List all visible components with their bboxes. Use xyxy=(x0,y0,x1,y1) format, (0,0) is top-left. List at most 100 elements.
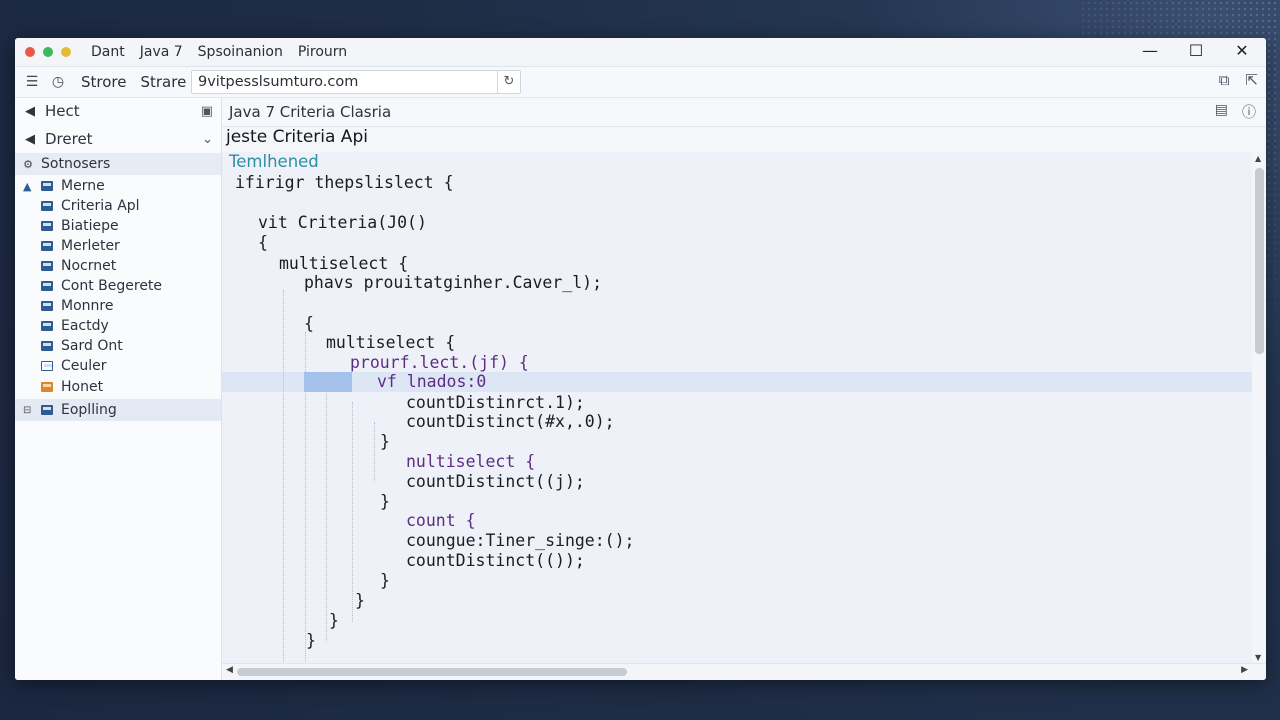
folder-icon xyxy=(41,261,53,271)
menu-item-java[interactable]: Java 7 xyxy=(140,44,183,60)
file-title: jeste Criteria Api xyxy=(226,127,368,147)
zoom-dot-button[interactable] xyxy=(43,47,53,57)
sidebar-item-label: Honet xyxy=(61,379,104,395)
code-line: vit Criteria(J0() xyxy=(258,213,427,232)
menu-item-pirourn[interactable]: Pirourn xyxy=(298,44,347,60)
close-icon[interactable]: ✕ xyxy=(1230,41,1254,60)
folder-icon xyxy=(41,405,53,415)
horizontal-scrollbar[interactable]: ◀ ▶ xyxy=(222,663,1266,680)
code-line: Temlhened xyxy=(229,152,319,171)
code-line: } xyxy=(329,611,339,630)
sidebar-item-label: Biatiepe xyxy=(61,218,119,234)
split-view-icon[interactable]: ▤ xyxy=(1215,102,1228,122)
sidebar-item-biatiepe[interactable]: Biatiepe xyxy=(15,216,221,236)
app-window: Dant Java 7 Spsoinanion Pirourn — ☐ ✕ ☰ … xyxy=(15,38,1266,680)
folder-icon xyxy=(41,201,53,211)
url-text[interactable]: 9vitpesslsumturo.com xyxy=(192,74,497,90)
speaker-icon: ◀ xyxy=(25,131,35,147)
minimize-icon[interactable]: — xyxy=(1138,41,1162,60)
code-line: } xyxy=(380,432,390,451)
code-line: nultiselect { xyxy=(406,452,536,471)
sidebar-item-label: Sard Ont xyxy=(61,338,123,354)
maximize-icon[interactable]: ☐ xyxy=(1184,41,1208,60)
sidebar-item-monnre[interactable]: Monnre xyxy=(15,296,221,316)
code-line: multiselect { xyxy=(279,254,409,273)
menu-item-dant[interactable]: Dant xyxy=(91,44,125,60)
sidebar-item-label: Criteria Apl xyxy=(61,198,140,214)
project-sidebar: ◀ Hect ▣ ◀ Dreret ⌄ ⚙ Sotnosers ▲ Merne … xyxy=(15,98,222,680)
code-line: countDistinct((j); xyxy=(406,472,585,491)
editor-tab-title[interactable]: Java 7 Criteria Clasria xyxy=(229,103,391,121)
back-arrow-icon[interactable]: ◀ xyxy=(15,104,45,119)
document-icon xyxy=(41,361,53,371)
sidebar-item-criteria-apl[interactable]: Criteria Apl xyxy=(15,196,221,216)
title-bar: Dant Java 7 Spsoinanion Pirourn — ☐ ✕ xyxy=(15,38,1266,67)
lock-icon xyxy=(41,382,53,392)
window-traffic-lights xyxy=(25,47,71,57)
code-line: multiselect { xyxy=(326,333,456,352)
vertical-scroll-thumb[interactable] xyxy=(1255,168,1264,354)
close-dot-button[interactable] xyxy=(25,47,35,57)
save-icon[interactable]: ▣ xyxy=(201,104,213,119)
vertical-scrollbar[interactable]: ▲ ▼ xyxy=(1252,152,1266,664)
sidebar-item-label: Eoplling xyxy=(61,402,117,418)
code-line: countDistinct(#x,.0); xyxy=(406,412,615,431)
export-icon[interactable]: ⇱ xyxy=(1245,71,1258,89)
code-line: } xyxy=(306,631,316,650)
sidebar-dropdown-dreret[interactable]: ◀ Dreret ⌄ xyxy=(15,126,221,152)
code-line: prourf.lect.(jf) { xyxy=(350,353,529,372)
sidebar-item-label: Ceuler xyxy=(61,358,107,374)
code-line: phavs prouitatginher.Caver_l); xyxy=(304,273,603,292)
scroll-right-arrow-icon[interactable]: ▶ xyxy=(1241,665,1248,675)
code-line: count { xyxy=(406,511,476,530)
indent-guide xyxy=(283,290,284,664)
indent-guide xyxy=(352,402,353,622)
sidebar-item-eactdy[interactable]: Eactdy xyxy=(15,316,221,336)
sidebar-item-sard-ont[interactable]: Sard Ont xyxy=(15,336,221,356)
collapse-box-icon[interactable]: ⊟ xyxy=(23,405,31,416)
collapse-arrow-icon[interactable]: ▲ xyxy=(23,180,31,193)
code-line: ifirigr thepslislect { xyxy=(235,173,454,192)
code-line: coungue:Tiner_singe:(); xyxy=(406,531,635,550)
code-line: } xyxy=(355,591,365,610)
url-input[interactable]: 9vitpesslsumturo.com ↻ xyxy=(191,70,521,94)
sidebar-item-merleter[interactable]: Merleter xyxy=(15,236,221,256)
screenshot-icon[interactable]: ⧉ xyxy=(1219,71,1230,89)
sidebar-item-nocrnet[interactable]: Nocrnet xyxy=(15,256,221,276)
history-clock-icon[interactable]: ◷ xyxy=(49,74,67,90)
code-editor[interactable]: Temlhened ifirigr thepslislect { vit Cri… xyxy=(222,152,1256,664)
menu-item-spsoinanion[interactable]: Spsoinanion xyxy=(198,44,283,60)
text-selection xyxy=(304,372,352,392)
folder-icon xyxy=(41,341,53,351)
refresh-icon[interactable]: ↻ xyxy=(497,71,520,93)
sidebar-item-merne[interactable]: ▲ Merne xyxy=(15,176,221,196)
editor-tab-bar: Java 7 Criteria Clasria ▤ ⓘ xyxy=(222,98,1266,127)
scroll-up-arrow-icon[interactable]: ▲ xyxy=(1255,154,1261,163)
code-line: } xyxy=(380,492,390,511)
sidebar-item-cont-begerete[interactable]: Cont Begerete xyxy=(15,276,221,296)
sidebar-section-sotnosers[interactable]: ⚙ Sotnosers xyxy=(15,153,221,175)
folder-icon xyxy=(41,181,53,191)
sidebar-item-eoplling[interactable]: ⊟ Eoplling xyxy=(15,399,221,421)
scroll-down-arrow-icon[interactable]: ▼ xyxy=(1255,653,1261,662)
sidebar-header-hect[interactable]: ◀ Hect ▣ xyxy=(15,98,221,124)
folder-icon xyxy=(41,221,53,231)
horizontal-scroll-thumb[interactable] xyxy=(237,668,627,676)
minimize-dot-button[interactable] xyxy=(61,47,71,57)
indent-guide xyxy=(326,372,327,642)
scroll-left-arrow-icon[interactable]: ◀ xyxy=(226,665,233,675)
code-line: vf lnados:0 xyxy=(377,372,487,391)
info-icon[interactable]: ⓘ xyxy=(1242,102,1256,122)
indent-guide xyxy=(305,332,306,662)
sidebar-item-ceuler[interactable]: Ceuler xyxy=(15,356,221,376)
sidebar-item-label: Eactdy xyxy=(61,318,109,334)
chevron-down-icon[interactable]: ⌄ xyxy=(202,132,213,147)
code-line: { xyxy=(304,314,314,333)
share-button[interactable]: Strare xyxy=(140,73,186,91)
sidebar-item-honet[interactable]: Honet xyxy=(15,377,221,397)
code-line: { xyxy=(258,233,268,252)
toolbar: ☰ ◷ Strore Strare 9vitpesslsumturo.com ↻… xyxy=(15,67,1266,98)
sidebar-item-label: Monnre xyxy=(61,298,114,314)
hamburger-menu-icon[interactable]: ☰ xyxy=(23,74,41,90)
store-button[interactable]: Strore xyxy=(81,73,126,91)
